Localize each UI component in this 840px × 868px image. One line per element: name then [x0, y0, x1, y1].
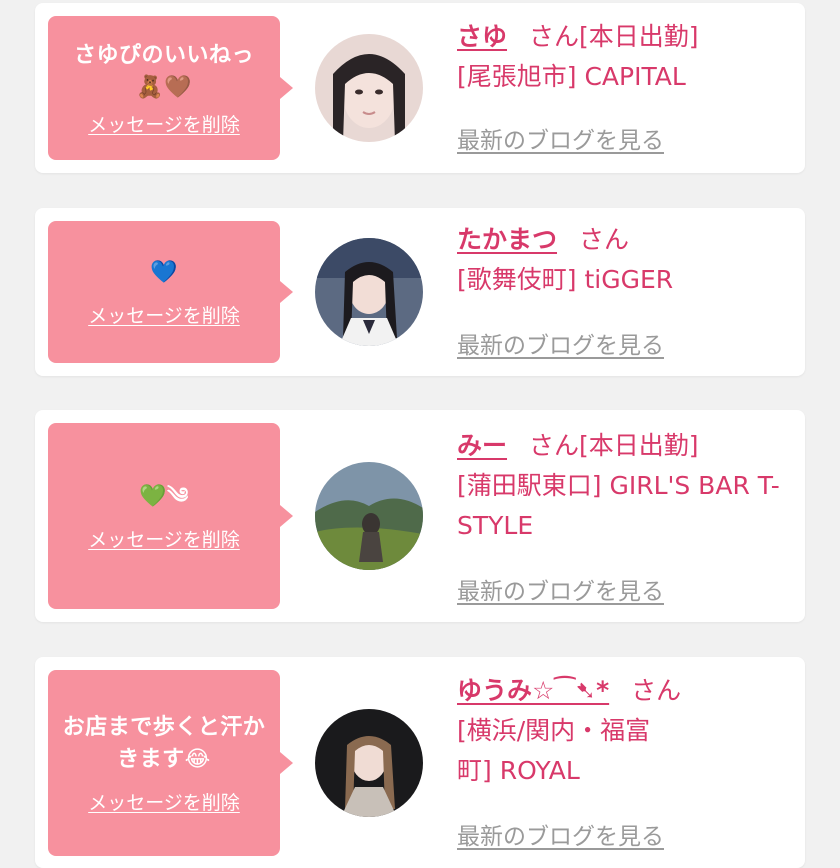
cast-name-link[interactable]: さゆ [457, 22, 507, 51]
message-bubble: 💚༄ メッセージを削除 [48, 423, 280, 609]
latest-blog-link[interactable]: 最新のブログを見る [457, 572, 664, 606]
message-text: お店まで歩くと汗かきます😂 [62, 714, 266, 772]
message-card: 💙 メッセージを削除 たかまつ さん [歌舞伎町] tiGGER 最新のブログを見… [35, 208, 805, 376]
avatar-photo-icon [315, 238, 423, 346]
honorific: さん [631, 676, 682, 705]
avatar[interactable] [315, 238, 423, 346]
honorific: さん [579, 225, 630, 254]
name-line: たかまつ さん [457, 220, 792, 260]
latest-blog-link[interactable]: 最新のブログを見る [457, 121, 664, 155]
message-text: 💙 [150, 259, 178, 285]
cast-info: ゆうみ☆⁀➷* さん [横浜/関内・福富町] ROYAL [457, 671, 792, 791]
avatar-photo-icon [315, 709, 423, 817]
delete-message-link[interactable]: メッセージを削除 [88, 301, 240, 328]
message-text: 💚༄ [139, 483, 189, 509]
shop-name: [横浜/関内・福富町] ROYAL [457, 716, 651, 785]
name-line: さゆ さん[本日出勤] [457, 17, 792, 57]
message-bubble: さゆぴのいいねっ🧸🤎 メッセージを削除 [48, 16, 280, 160]
shop-name: [歌舞伎町] tiGGER [457, 265, 674, 294]
name-line: ゆうみ☆⁀➷* さん [457, 671, 792, 711]
cast-name-link[interactable]: ゆうみ☆⁀➷* [457, 676, 609, 705]
avatar-photo-icon [315, 34, 423, 142]
cast-info: さゆ さん[本日出勤] [尾張旭市] CAPITAL [457, 17, 792, 97]
delete-message-link[interactable]: メッセージを削除 [88, 110, 240, 137]
shop-name: [尾張旭市] CAPITAL [457, 62, 686, 91]
shop-name: [蒲田駅東口] GIRL'S BAR T-STYLE [457, 471, 780, 540]
latest-blog-link[interactable]: 最新のブログを見る [457, 326, 664, 360]
avatar[interactable] [315, 709, 423, 817]
message-bubble: 💙 メッセージを削除 [48, 221, 280, 363]
attendance-badge: [本日出勤] [579, 431, 699, 460]
cast-name-link[interactable]: みー [457, 431, 507, 460]
honorific: さん [529, 22, 580, 51]
delete-message-link[interactable]: メッセージを削除 [88, 788, 240, 815]
attendance-badge: [本日出勤] [579, 22, 699, 51]
avatar-photo-icon [315, 462, 423, 570]
message-bubble: お店まで歩くと汗かきます😂 メッセージを削除 [48, 670, 280, 856]
latest-blog-link[interactable]: 最新のブログを見る [457, 817, 664, 851]
cast-info: たかまつ さん [歌舞伎町] tiGGER [457, 220, 792, 300]
message-card: さゆぴのいいねっ🧸🤎 メッセージを削除 さゆ さん[本日出勤] [尾張旭市] CA… [35, 3, 805, 173]
message-text: さゆぴのいいねっ🧸🤎 [73, 42, 254, 100]
cast-name-link[interactable]: たかまつ [457, 225, 557, 254]
avatar[interactable] [315, 462, 423, 570]
avatar[interactable] [315, 34, 423, 142]
message-card: お店まで歩くと汗かきます😂 メッセージを削除 ゆうみ☆⁀➷* さん [横浜/関内・… [35, 657, 805, 868]
name-line: みー さん[本日出勤] [457, 426, 792, 466]
delete-message-link[interactable]: メッセージを削除 [88, 525, 240, 552]
honorific: さん [529, 431, 580, 460]
cast-info: みー さん[本日出勤] [蒲田駅東口] GIRL'S BAR T-STYLE [457, 426, 792, 546]
message-card: 💚༄ メッセージを削除 みー さん[本日出勤] [蒲田駅東口] GIRL'S BA… [35, 410, 805, 622]
